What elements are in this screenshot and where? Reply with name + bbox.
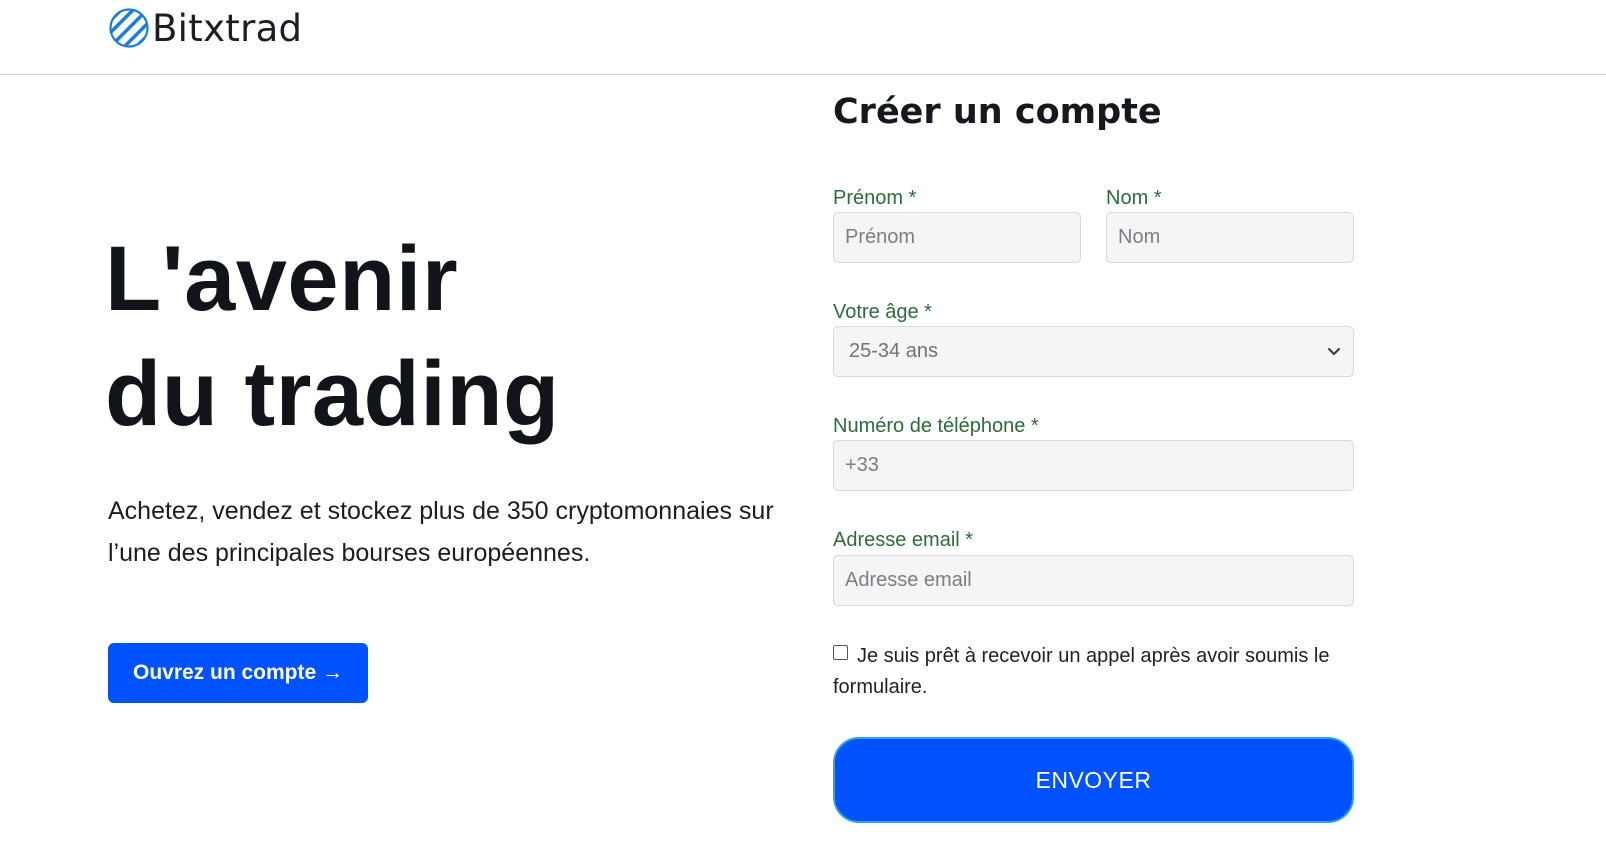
page: Bitxtrad L'avenir du trading Achetez, ve…	[0, 0, 1606, 851]
brand-name: Bitxtrad	[152, 6, 303, 50]
first-name-label: Prénom *	[833, 187, 917, 209]
brand-logo[interactable]: Bitxtrad	[108, 6, 302, 50]
phone-label: Numéro de téléphone *	[833, 415, 1039, 437]
last-name-input[interactable]	[1106, 212, 1354, 263]
hero-title-line-1: L'avenir	[105, 228, 459, 330]
chevron-down-icon	[1328, 348, 1340, 355]
first-name-input[interactable]	[833, 212, 1081, 263]
email-label: Adresse email *	[833, 529, 974, 551]
hero-description: Achetez, vendez et stockez plus de 350 c…	[108, 497, 774, 567]
last-name-label: Nom *	[1106, 187, 1162, 209]
hero-title-line-2: du trading	[105, 343, 560, 445]
consent-label: Je suis prêt à recevoir un appel après a…	[833, 645, 1330, 698]
age-label: Votre âge *	[833, 301, 932, 323]
email-input[interactable]	[833, 555, 1354, 606]
form-title: Créer un compte	[833, 92, 1162, 132]
phone-input[interactable]	[833, 440, 1354, 491]
age-select[interactable]: 25-34 ans	[833, 326, 1354, 377]
striped-globe-logo-icon	[109, 8, 149, 48]
header: Bitxtrad	[0, 0, 1606, 75]
submit-button[interactable]: ENVOYER	[833, 737, 1354, 823]
hero-title: L'avenir du trading	[105, 222, 745, 452]
consent-row: Je suis prêt à recevoir un appel après a…	[833, 641, 1353, 703]
open-account-button[interactable]: Ouvrez un compte →	[108, 643, 368, 703]
consent-checkbox[interactable]	[833, 645, 848, 660]
age-selected-value: 25-34 ans	[849, 340, 938, 362]
